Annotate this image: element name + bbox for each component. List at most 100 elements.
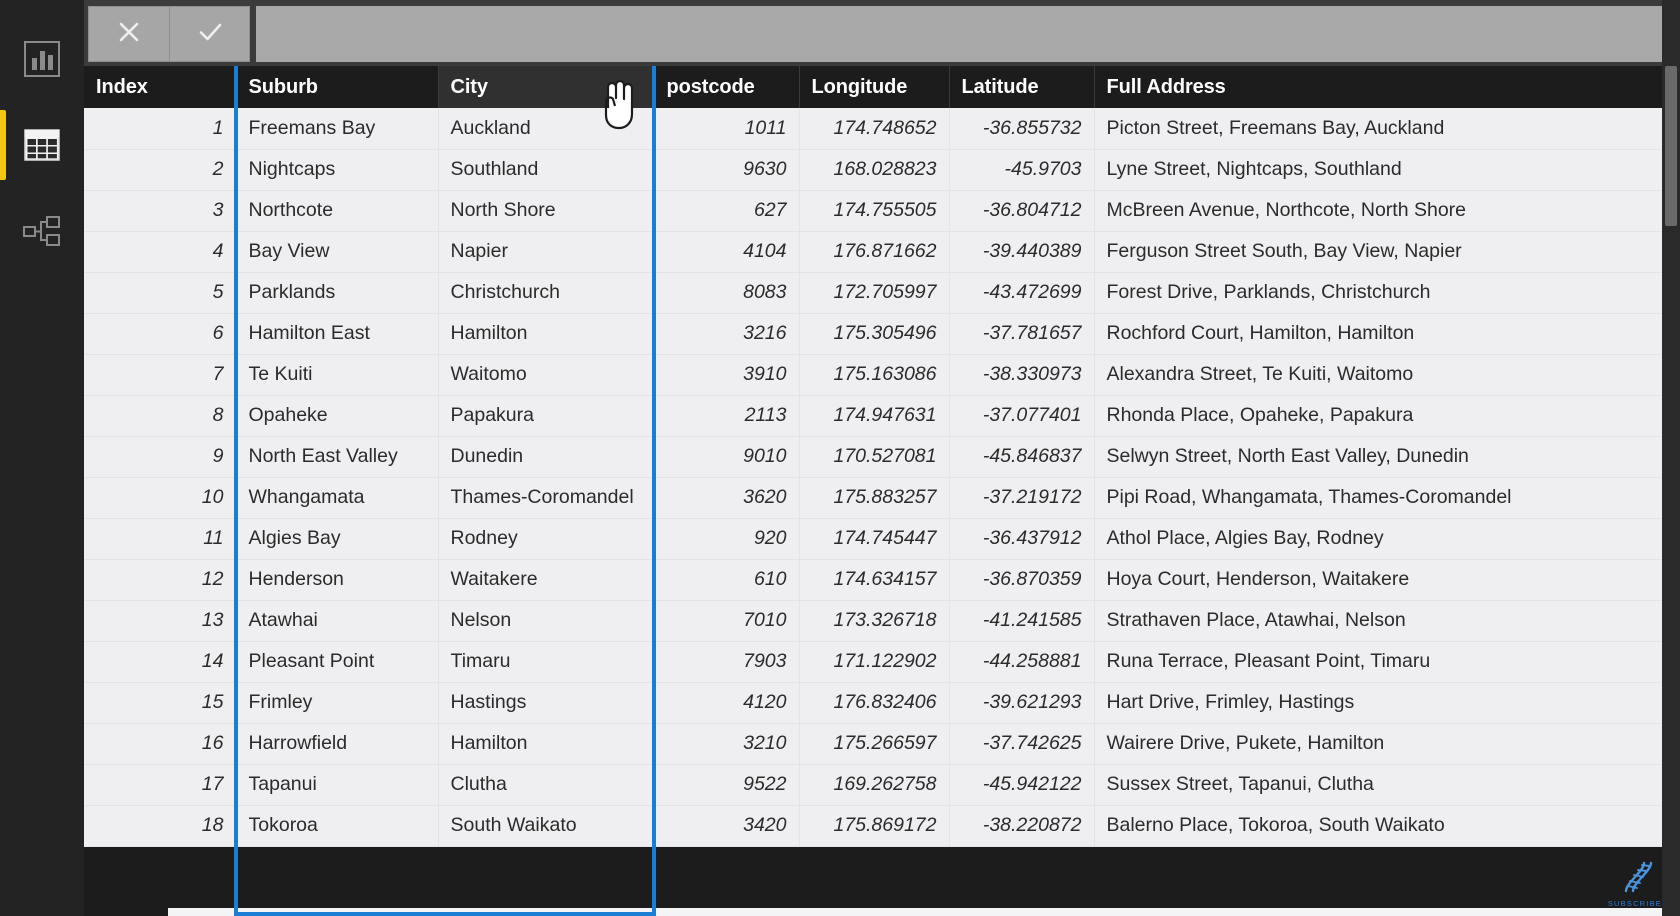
cell-suburb[interactable]: Freemans Bay [236, 108, 439, 150]
cell-city[interactable]: Clutha [438, 764, 655, 806]
column-header-postcode[interactable]: postcode [654, 66, 800, 108]
cell-longitude[interactable]: 174.745447 [799, 518, 950, 560]
cell-suburb[interactable]: Atawhai [236, 600, 439, 642]
cell-index[interactable]: 11 [84, 518, 237, 560]
cell-address[interactable]: Strathaven Place, Atawhai, Nelson [1094, 600, 1680, 642]
cell-suburb[interactable]: Bay View [236, 231, 439, 273]
cell-suburb[interactable]: Hamilton East [236, 313, 439, 355]
cell-latitude[interactable]: -37.781657 [949, 313, 1095, 355]
table-row[interactable]: 16 Harrowfield Hamilton 3210 175.266597 -37.7… [84, 723, 1680, 765]
table-row[interactable]: 3 Northcote North Shore 627 174.755505 -36.80… [84, 190, 1680, 232]
cell-index[interactable]: 9 [84, 436, 237, 478]
sidebar-item-data[interactable] [0, 102, 84, 188]
cell-latitude[interactable]: -36.804712 [949, 190, 1095, 232]
cell-index[interactable]: 16 [84, 723, 237, 765]
sidebar-item-model[interactable] [0, 188, 84, 274]
cell-longitude[interactable]: 176.832406 [799, 682, 950, 724]
cell-city[interactable]: Waitomo [438, 354, 655, 396]
table-row[interactable]: 17 Tapanui Clutha 9522 169.262758 -45.942122 S… [84, 764, 1680, 806]
cell-address[interactable]: Athol Place, Algies Bay, Rodney [1094, 518, 1680, 560]
cell-address[interactable]: Runa Terrace, Pleasant Point, Timaru [1094, 641, 1680, 683]
cell-city[interactable]: Hastings [438, 682, 655, 724]
cell-longitude[interactable]: 175.163086 [799, 354, 950, 396]
cell-suburb[interactable]: Northcote [236, 190, 439, 232]
sidebar-item-report[interactable] [0, 16, 84, 102]
cancel-edit-button[interactable] [89, 7, 169, 61]
cell-index[interactable]: 14 [84, 641, 237, 683]
cell-index[interactable]: 4 [84, 231, 237, 273]
table-row[interactable]: 9 North East Valley Dunedin 9010 170.527081-… [84, 436, 1680, 478]
cell-address[interactable]: Selwyn Street, North East Valley, Dunedi… [1094, 436, 1680, 478]
scrollbar-thumb[interactable] [1665, 66, 1677, 226]
cell-postcode[interactable]: 7903 [654, 641, 800, 683]
cell-index[interactable]: 7 [84, 354, 237, 396]
cell-postcode[interactable]: 920 [654, 518, 800, 560]
cell-longitude[interactable]: 175.305496 [799, 313, 950, 355]
table-row[interactable]: 6 Hamilton East Hamilton 3216 175.305496 -37.… [84, 313, 1680, 355]
column-header-city[interactable]: City [438, 66, 655, 108]
formula-input[interactable] [256, 6, 1680, 62]
cell-latitude[interactable]: -36.437912 [949, 518, 1095, 560]
cell-longitude[interactable]: 175.883257 [799, 477, 950, 519]
column-header-latitude[interactable]: Latitude [949, 66, 1095, 108]
cell-index[interactable]: 18 [84, 805, 237, 847]
cell-suburb[interactable]: Pleasant Point [236, 641, 439, 683]
cell-latitude[interactable]: -37.219172 [949, 477, 1095, 519]
cell-index[interactable]: 8 [84, 395, 237, 437]
cell-city[interactable]: Napier [438, 231, 655, 273]
cell-longitude[interactable]: 173.326718 [799, 600, 950, 642]
cell-postcode[interactable]: 1011 [654, 108, 800, 150]
cell-city[interactable]: Hamilton [438, 723, 655, 765]
cell-city[interactable]: Christchurch [438, 272, 655, 314]
data-grid[interactable]: Index Suburb City postcode Longitude Latitude… [84, 66, 1680, 916]
cell-postcode[interactable]: 7010 [654, 600, 800, 642]
cell-postcode[interactable]: 4104 [654, 231, 800, 273]
cell-longitude[interactable]: 175.266597 [799, 723, 950, 765]
cell-address[interactable]: Sussex Street, Tapanui, Clutha [1094, 764, 1680, 806]
cell-latitude[interactable]: -44.258881 [949, 641, 1095, 683]
cell-suburb[interactable]: Te Kuiti [236, 354, 439, 396]
cell-longitude[interactable]: 175.869172 [799, 805, 950, 847]
cell-postcode[interactable]: 3420 [654, 805, 800, 847]
cell-index[interactable]: 10 [84, 477, 237, 519]
cell-postcode[interactable]: 3910 [654, 354, 800, 396]
cell-postcode[interactable]: 9630 [654, 149, 800, 191]
cell-city[interactable]: Dunedin [438, 436, 655, 478]
cell-address[interactable]: Lyne Street, Nightcaps, Southland [1094, 149, 1680, 191]
cell-latitude[interactable]: -39.440389 [949, 231, 1095, 273]
cell-city[interactable]: Auckland [438, 108, 655, 150]
cell-latitude[interactable]: -36.870359 [949, 559, 1095, 601]
cell-postcode[interactable]: 9522 [654, 764, 800, 806]
cell-latitude[interactable]: -41.241585 [949, 600, 1095, 642]
cell-index[interactable]: 13 [84, 600, 237, 642]
cell-latitude[interactable]: -36.855732 [949, 108, 1095, 150]
cell-suburb[interactable]: North East Valley [236, 436, 439, 478]
cell-postcode[interactable]: 3210 [654, 723, 800, 765]
cell-city[interactable]: Papakura [438, 395, 655, 437]
column-header-index[interactable]: Index [84, 66, 237, 108]
cell-address[interactable]: Hoya Court, Henderson, Waitakere [1094, 559, 1680, 601]
cell-suburb[interactable]: Harrowfield [236, 723, 439, 765]
cell-city[interactable]: Waitakere [438, 559, 655, 601]
cell-longitude[interactable]: 171.122902 [799, 641, 950, 683]
cell-address[interactable]: Ferguson Street South, Bay View, Napier [1094, 231, 1680, 273]
table-row[interactable]: 8 Opaheke Papakura 2113 174.947631 -37.077401… [84, 395, 1680, 437]
cell-latitude[interactable]: -38.330973 [949, 354, 1095, 396]
column-header-suburb[interactable]: Suburb [236, 66, 439, 108]
table-row[interactable]: 10 Whangamata Thames-Coromandel 3620 175.883… [84, 477, 1680, 519]
cell-longitude[interactable]: 176.871662 [799, 231, 950, 273]
cell-address[interactable]: McBreen Avenue, Northcote, North Shore [1094, 190, 1680, 232]
cell-postcode[interactable]: 610 [654, 559, 800, 601]
cell-city[interactable]: Hamilton [438, 313, 655, 355]
cell-city[interactable]: South Waikato [438, 805, 655, 847]
table-row[interactable]: 13 Atawhai Nelson 7010 173.326718 -41.241585 S… [84, 600, 1680, 642]
table-row[interactable]: 11 Algies Bay Rodney 920 174.745447 -36.43791… [84, 518, 1680, 560]
cell-latitude[interactable]: -45.846837 [949, 436, 1095, 478]
table-row[interactable]: 1 Freemans Bay Auckland 1011 174.748652 -36.8… [84, 108, 1680, 150]
cell-latitude[interactable]: -38.220872 [949, 805, 1095, 847]
cell-city[interactable]: North Shore [438, 190, 655, 232]
cell-city[interactable]: Timaru [438, 641, 655, 683]
vertical-scrollbar[interactable] [1662, 0, 1680, 916]
cell-longitude[interactable]: 174.634157 [799, 559, 950, 601]
cell-address[interactable]: Alexandra Street, Te Kuiti, Waitomo [1094, 354, 1680, 396]
